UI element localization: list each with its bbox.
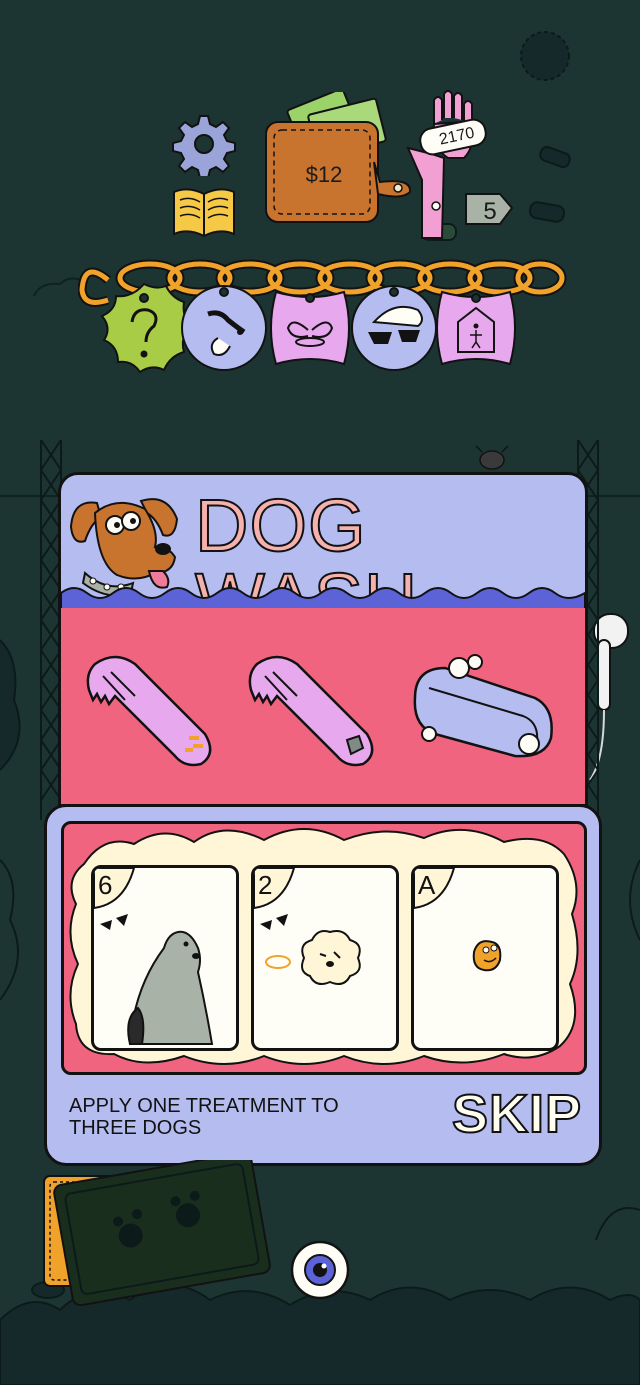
charm-angel[interactable]: [262, 280, 358, 376]
white-fluffy-dog-icon: [254, 868, 361, 985]
angel-wings-icon: [270, 290, 350, 366]
dog-card-1[interactable]: 6: [91, 865, 239, 1051]
hand-score-display: 2170 5: [404, 88, 524, 248]
charm-dog-house[interactable]: [428, 280, 524, 376]
deck-pile[interactable]: [40, 1160, 280, 1310]
dog-card-3[interactable]: A: [411, 865, 559, 1051]
treatment-shelf: [58, 608, 588, 807]
wallet[interactable]: $12: [262, 92, 412, 232]
charm-bracelet: [78, 250, 568, 390]
hand-icon: [406, 90, 514, 239]
dog-face-icon: [181, 285, 267, 371]
card-rank: A: [418, 870, 436, 900]
card-rank: 6: [98, 870, 113, 900]
gray-tall-dog-icon: [94, 868, 214, 1045]
card-rank: 2: [258, 870, 273, 900]
treatment-comb-2[interactable]: [247, 644, 387, 774]
rulebook-button[interactable]: [170, 184, 238, 240]
money-label: $12: [305, 162, 343, 187]
book-icon: [173, 188, 235, 238]
dog-card-2[interactable]: 2: [251, 865, 399, 1051]
treatment-soap[interactable]: [405, 638, 565, 778]
settings-button[interactable]: [172, 112, 236, 179]
peek-button[interactable]: [290, 1240, 350, 1300]
dog-house-icon: [436, 290, 516, 366]
gear-icon: [172, 115, 236, 179]
comb-icon: [86, 655, 212, 767]
skip-button[interactable]: SKIP: [447, 1079, 587, 1149]
shop-header: DOG WASH: [58, 472, 588, 618]
dogs-panel: 6 2 A APPLY ONE TREATMENT TO THREE DOGS …: [44, 804, 602, 1166]
cool-sunglasses-icon: [351, 285, 437, 371]
eye-icon: [290, 1240, 350, 1300]
soap-bar-icon: [413, 654, 553, 758]
charm-sunglasses[interactable]: [348, 280, 440, 372]
treatment-comb-1[interactable]: [85, 644, 225, 774]
instruction-text: APPLY ONE TREATMENT TO THREE DOGS: [69, 1095, 339, 1139]
deck-count-label: 5: [483, 198, 497, 225]
comb-icon: [248, 655, 374, 767]
charm-dog-face[interactable]: [178, 280, 270, 372]
